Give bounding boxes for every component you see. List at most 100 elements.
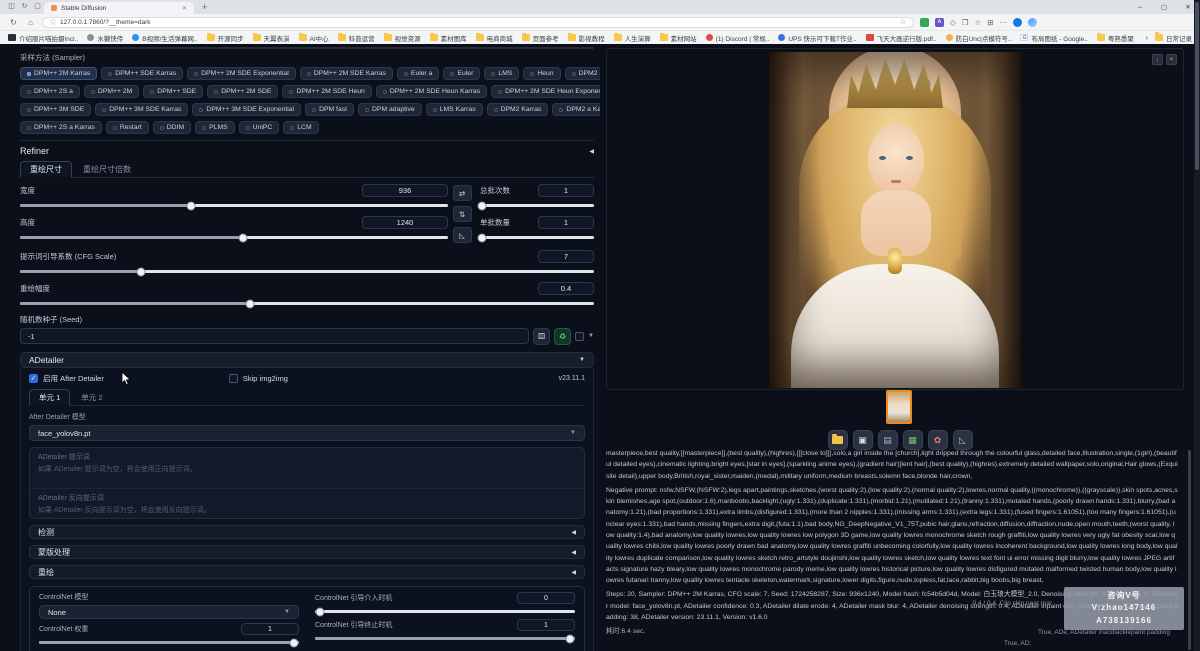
batch-size-input[interactable]: 1 xyxy=(538,216,594,229)
new-tab-button[interactable]: + xyxy=(202,2,207,12)
tab-unit-2[interactable]: 单元 2 xyxy=(72,390,111,405)
minimize-button[interactable]: ─ xyxy=(1128,1,1152,14)
bookmark-item[interactable]: 电商商城 xyxy=(476,33,513,43)
sampler-option[interactable]: DPM fast xyxy=(305,103,354,116)
site-info-icon[interactable]: ⓘ xyxy=(50,18,56,27)
batch-count-slider[interactable] xyxy=(480,204,594,207)
sampler-option[interactable]: LMS xyxy=(484,67,519,80)
bookmark-item[interactable]: 粤熟悉聚 xyxy=(1097,33,1134,43)
sampler-option[interactable]: Restart xyxy=(106,121,149,134)
sampler-option[interactable]: LMS Karras xyxy=(426,103,483,116)
split-screen-icon[interactable]: ❐ xyxy=(962,18,969,27)
sampler-option[interactable]: DPM2 Karras xyxy=(487,103,549,116)
sampler-option[interactable]: DPM++ SDE Karras xyxy=(101,67,183,80)
bookmark-item[interactable]: 素材图库 xyxy=(430,33,467,43)
save-image-button[interactable]: ▣ xyxy=(853,430,873,450)
bookmark-item[interactable]: 日常记录 xyxy=(1155,33,1192,43)
refiner-accordion[interactable]: Refiner ◀ xyxy=(20,140,594,156)
bookmark-item[interactable]: (1) Discord | 常规.. xyxy=(706,33,770,43)
batch-size-slider[interactable] xyxy=(480,236,594,239)
sampler-option[interactable]: PLMS xyxy=(195,121,235,134)
detection-accordion[interactable]: 检测 ◀ xyxy=(29,525,585,539)
bookmark-item[interactable]: 介绍服片喵拍摄Incl.. xyxy=(8,33,78,43)
sampler-option[interactable]: DPM++ 3M SDE xyxy=(20,103,91,116)
sampler-option[interactable]: DPM++ 2M xyxy=(84,85,139,98)
swap-dimensions-button[interactable]: ⇄ xyxy=(453,185,472,201)
bookmark-item[interactable]: G布局图纸 - Google.. xyxy=(1020,33,1087,43)
extra-seed-checkbox[interactable] xyxy=(575,332,584,341)
copilot-icon[interactable] xyxy=(1028,18,1037,27)
sampler-option[interactable]: LCM xyxy=(283,121,318,134)
denoising-slider[interactable] xyxy=(20,302,594,305)
sampler-option[interactable]: Euler a xyxy=(397,67,440,80)
shield-icon[interactable]: ◇ xyxy=(950,18,956,27)
close-preview-icon[interactable]: × xyxy=(1166,54,1177,65)
sampler-option[interactable]: DPM++ 2M SDE Karras xyxy=(300,67,393,80)
bookmark-item[interactable]: 人生演算 xyxy=(614,33,651,43)
inpaint-accordion[interactable]: 重绘 ◀ xyxy=(29,565,585,579)
favorites-icon[interactable]: ☆ xyxy=(975,18,982,27)
skip-img2img-checkbox[interactable] xyxy=(229,374,238,383)
bookmark-item[interactable]: 影视教程 xyxy=(568,33,605,43)
sampler-option[interactable]: DPM2 xyxy=(565,67,600,80)
controlnet-end-input[interactable]: 1 xyxy=(517,619,575,631)
more-menu-icon[interactable]: ⋯ xyxy=(1000,18,1008,27)
tab-layout-icon[interactable]: ▢ xyxy=(31,0,44,14)
save-zip-button[interactable]: ▤ xyxy=(878,430,898,450)
sampler-option[interactable]: DPM++ 2M SDE xyxy=(207,85,278,98)
collections-icon[interactable]: ⊞ xyxy=(987,18,993,27)
bookmark-item[interactable]: AI中心 xyxy=(299,33,329,43)
bookmark-item[interactable]: 页面参考 xyxy=(522,33,559,43)
tab-unit-1[interactable]: 单元 1 xyxy=(29,389,70,406)
home-icon[interactable]: ⌂ xyxy=(25,18,36,27)
sampler-option[interactable]: UniPC xyxy=(239,121,280,134)
sampler-option[interactable]: DPM2 a Karras xyxy=(552,103,600,116)
sampler-option[interactable]: Heun xyxy=(523,67,560,80)
bookmark-item[interactable]: 水獭快传 xyxy=(87,33,123,43)
controlnet-model-dropdown[interactable]: None ▼ xyxy=(39,605,299,619)
sampler-option[interactable]: DPM++ 3M SDE Exponential xyxy=(192,103,301,116)
tab-resize-by[interactable]: 重绘尺寸倍数 xyxy=(74,162,140,177)
controlnet-weight-slider[interactable] xyxy=(39,641,299,644)
sampler-option[interactable]: DPM++ 2M SDE Heun Exponential xyxy=(491,85,600,98)
bookmark-item[interactable]: 科普运营 xyxy=(338,33,375,43)
bookmark-item[interactable]: 天翼表演 xyxy=(253,33,290,43)
open-folder-button[interactable] xyxy=(828,430,848,450)
random-seed-button[interactable]: ⚄ xyxy=(533,328,550,345)
bookmark-item[interactable]: 防白Unc|点模符号.. xyxy=(946,33,1012,43)
sampler-option[interactable]: DPM++ 2S a xyxy=(20,85,80,98)
cfg-scale-slider[interactable] xyxy=(20,270,594,273)
sampler-option[interactable]: DPM++ SDE xyxy=(143,85,203,98)
adetailer-accordion[interactable]: ADetailer ▼ xyxy=(20,352,594,368)
tab-refresh-icon[interactable]: ↻ xyxy=(18,0,31,14)
extension-translate-icon[interactable]: A xyxy=(935,18,944,27)
page-scrollbar[interactable] xyxy=(1194,0,1200,651)
height-slider[interactable] xyxy=(20,236,448,239)
workspace-icon[interactable]: ◫ xyxy=(5,0,18,14)
adetailer-model-dropdown[interactable]: face_yolov8n.pt ▼ xyxy=(29,425,585,441)
bookmark-item[interactable]: 开源同步 xyxy=(207,33,244,43)
cfg-scale-input[interactable]: 7 xyxy=(538,250,594,263)
browser-tab[interactable]: Stable Diffusion ✕ xyxy=(44,2,194,14)
send-to-inpaint-button[interactable]: ✿ xyxy=(928,430,948,450)
profile-avatar[interactable] xyxy=(1013,18,1022,27)
reuse-seed-button[interactable]: ♻ xyxy=(554,328,571,345)
seed-extra-caret-icon[interactable]: ▼ xyxy=(588,333,594,339)
download-image-icon[interactable]: ↓ xyxy=(1152,54,1163,65)
adetailer-prompt-textarea[interactable]: ADetailer 提示词 如果 ADetailer 提示词为空，将会使用正向提… xyxy=(30,448,584,488)
mask-processing-accordion[interactable]: 蒙版处理 ◀ xyxy=(29,545,585,559)
enable-adetailer-checkbox[interactable]: ✓ xyxy=(29,374,38,383)
bookmarks-overflow-icon[interactable]: › xyxy=(1145,33,1148,42)
bookmark-item[interactable]: UPS 快示可下载T作业.. xyxy=(778,33,856,43)
sampler-option[interactable]: DPM++ 2M Karras xyxy=(20,67,97,80)
height-input[interactable]: 1240 xyxy=(362,216,448,229)
adetailer-negative-textarea[interactable]: ADetailer 反向提示词 如果 ADetailer 反向提示词为空，将会使… xyxy=(30,488,584,518)
bookmark-item[interactable]: 视觉资源 xyxy=(384,33,421,43)
sampler-option[interactable]: DPM++ 3M SDE Karras xyxy=(95,103,188,116)
denoising-input[interactable]: 0.4 xyxy=(538,282,594,295)
seed-input[interactable]: -1 xyxy=(20,328,529,344)
sampler-option[interactable]: Euler xyxy=(443,67,480,80)
controlnet-end-slider[interactable] xyxy=(315,637,575,640)
favorite-star-icon[interactable]: ☆ xyxy=(900,18,906,26)
send-to-img2img-button[interactable]: ▦ xyxy=(903,430,923,450)
